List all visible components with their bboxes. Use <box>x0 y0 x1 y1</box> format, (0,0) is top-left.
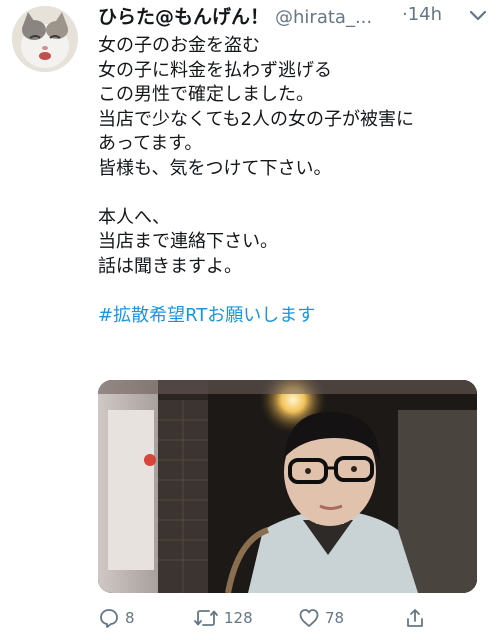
tweet-text: 女の子のお金を盗む 女の子に料金を払わず逃げる この男性で確定しました。 当店で… <box>98 34 488 328</box>
tweet-text-line: 女の子に料金を払わず逃げる <box>98 59 332 81</box>
reply-button[interactable]: 8 <box>98 604 135 632</box>
user-handle[interactable]: @hirata_... <box>275 7 372 28</box>
display-name[interactable]: ひらた@もんげん！ <box>98 6 269 28</box>
hashtag-link[interactable]: #拡散希望RTお願いします <box>98 304 488 329</box>
heart-icon <box>298 607 320 629</box>
reply-icon <box>98 607 120 629</box>
tweet-text-line: 女の子のお金を盗む <box>98 35 260 56</box>
chevron-down-icon[interactable] <box>468 8 488 22</box>
tweet-text-line: 皆様も、気をつけて下さい。 <box>98 157 332 179</box>
share-icon <box>404 607 426 629</box>
retweet-icon <box>193 607 219 629</box>
retweet-button[interactable]: 128 <box>193 604 253 632</box>
like-button[interactable]: 78 <box>298 604 344 632</box>
share-button[interactable] <box>404 604 426 632</box>
like-count: 78 <box>325 609 345 627</box>
tweet-text-line: 当店まで連絡下さい。 <box>98 231 278 252</box>
tweet-text-blank <box>98 181 488 206</box>
tweet-text-line: あってます。 <box>98 133 203 154</box>
timestamp[interactable]: ·14h <box>402 4 442 25</box>
tweet: ひらた@もんげん！ @hirata_... ·14h 女の子のお金を盗む 女の子に… <box>0 0 497 640</box>
tweet-text-line: 当店で少なくても2人の女の子が被害に <box>98 108 415 130</box>
tweet-actions: 8 128 78 <box>98 604 478 632</box>
tweet-text-line: 本人へ、 <box>98 206 170 228</box>
tweet-text-blank <box>98 279 488 304</box>
reply-count: 8 <box>125 609 135 627</box>
tweet-photo[interactable] <box>98 380 477 593</box>
tweet-text-line: この男性で確定しました。 <box>98 84 314 105</box>
retweet-count: 128 <box>224 609 253 627</box>
tweet-header: ひらた@もんげん！ @hirata_... <box>98 2 372 28</box>
tweet-text-line: 話は聞きますよ。 <box>98 255 242 277</box>
avatar[interactable] <box>12 6 78 72</box>
